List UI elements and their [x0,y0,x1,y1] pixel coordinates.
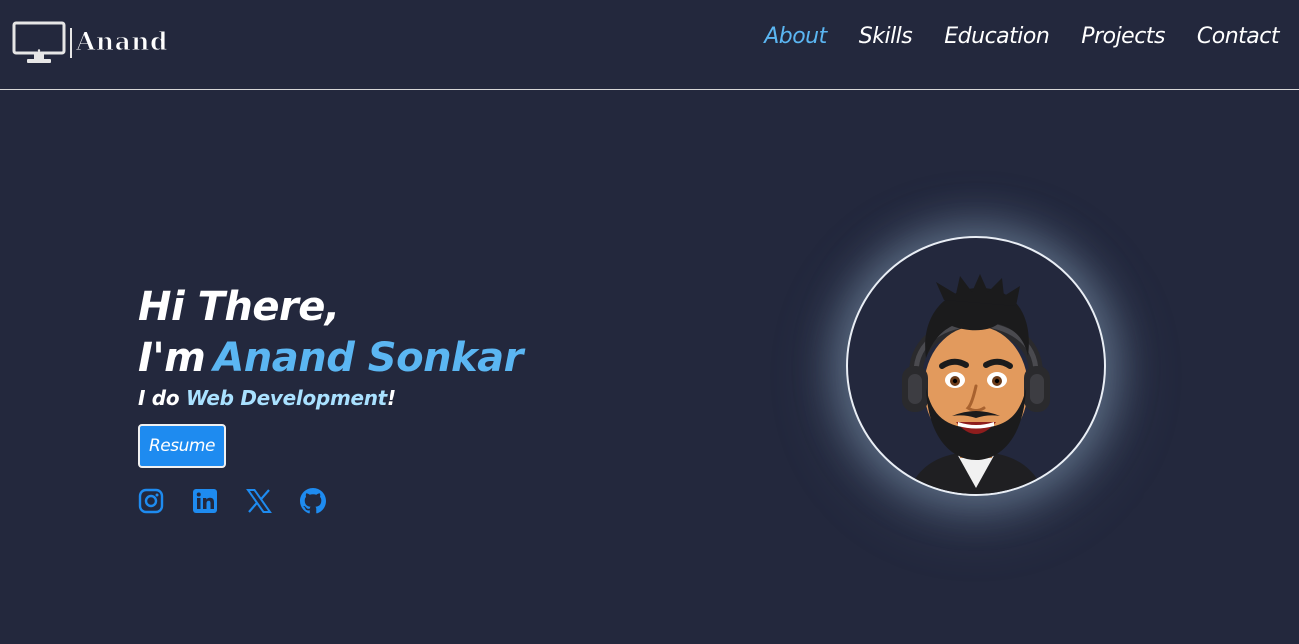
brand-name: Anand [76,26,168,56]
hero-intro-word: I'm [138,335,206,381]
hero-greeting: Hi There, [138,284,340,330]
nav-about[interactable]: About [764,24,827,49]
hero-name: Anand Sonkar [213,335,523,381]
x-icon [246,489,272,513]
resume-button[interactable]: Resume [138,424,226,468]
hero-intro: Hi There, I'm Anand Sonkar I do Web Devel… [138,282,523,514]
nav-skills[interactable]: Skills [859,24,913,49]
instagram-link[interactable] [138,488,164,514]
monitor-icon [12,21,66,63]
avatar-illustration [902,274,1050,494]
instagram-icon [138,488,164,514]
linkedin-link[interactable] [192,488,218,514]
brand-link[interactable]: Anand [12,20,168,66]
tagline-suffix: ! [386,386,396,410]
nav-contact[interactable]: Contact [1197,24,1280,49]
profile-avatar [846,236,1106,496]
social-links [138,488,523,514]
hero-name-line: I'm Anand Sonkar [138,332,523,384]
nav-education[interactable]: Education [944,24,1050,49]
tagline-prefix: I do [138,386,186,410]
nav-menu: About Skills Education Projects Contact [732,24,1279,49]
github-icon [300,488,326,514]
linkedin-icon [193,489,217,513]
hero-tagline: I do Web Development! [138,386,523,410]
x-link[interactable] [246,488,272,514]
tagline-role: Web Development [185,386,387,410]
navbar: Anand About Skills Education Projects Co… [0,0,1299,90]
github-link[interactable] [300,488,326,514]
brand-divider [70,28,72,58]
nav-projects[interactable]: Projects [1081,24,1165,49]
